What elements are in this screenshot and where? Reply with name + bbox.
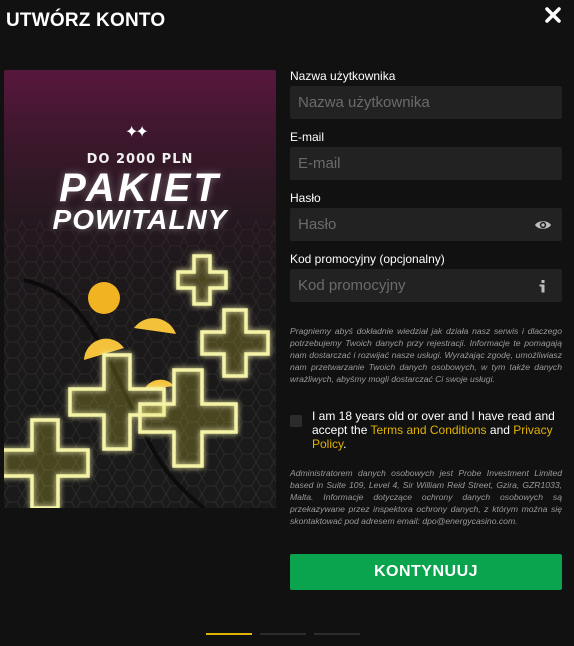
- eye-icon[interactable]: [534, 216, 552, 234]
- consent-text-and: and: [486, 423, 514, 437]
- age-consent-text: I am 18 years old or over and I have rea…: [312, 409, 562, 451]
- info-icon[interactable]: [534, 277, 552, 295]
- promo-banner: ✦✦ DO 2000 PLN PAKIET POWITALNY: [4, 70, 276, 508]
- terms-link[interactable]: Terms and Conditions: [371, 423, 487, 437]
- continue-button[interactable]: KONTYNUUJ: [290, 554, 562, 590]
- promo-code-input[interactable]: [290, 269, 562, 302]
- data-usage-info: Pragniemy abyś dokładnie wiedział jak dz…: [290, 326, 562, 384]
- banner-headline-line2: POWITALNY: [52, 204, 228, 235]
- password-label: Hasło: [290, 191, 321, 205]
- username-input[interactable]: [290, 86, 562, 119]
- data-administrator-info: Administratorem danych osobowych jest Pr…: [290, 468, 562, 526]
- promo-label: Kod promocyjny (opcjonalny): [290, 252, 445, 266]
- step-indicator-3: [314, 633, 360, 635]
- step-indicator-1: [206, 633, 252, 635]
- sparkle-stars-icon: ✦✦: [125, 124, 149, 141]
- close-icon[interactable]: [542, 4, 564, 26]
- email-input[interactable]: [290, 147, 562, 180]
- email-field-wrapper: [290, 147, 562, 180]
- banner-amount: DO 2000 PLN: [86, 152, 194, 167]
- password-input[interactable]: [290, 208, 562, 241]
- registration-form: Nazwa użytkownika E-mail Hasło Kod promo…: [290, 66, 562, 310]
- registration-modal: UTWÓRZ KONTO ✦✦ DO 2000 PLN PAKIET POWIT…: [0, 0, 574, 646]
- age-consent-checkbox[interactable]: [290, 415, 302, 427]
- username-label: Nazwa użytkownika: [290, 69, 396, 83]
- consent-text-end: .: [343, 437, 347, 451]
- password-field-wrapper: [290, 208, 562, 241]
- promo-field-wrapper: [290, 269, 562, 302]
- username-field-wrapper: [290, 86, 562, 119]
- email-label: E-mail: [290, 130, 325, 144]
- step-indicator-2: [260, 633, 306, 635]
- lemon-slice: [88, 282, 120, 314]
- modal-title: UTWÓRZ KONTO: [6, 10, 166, 31]
